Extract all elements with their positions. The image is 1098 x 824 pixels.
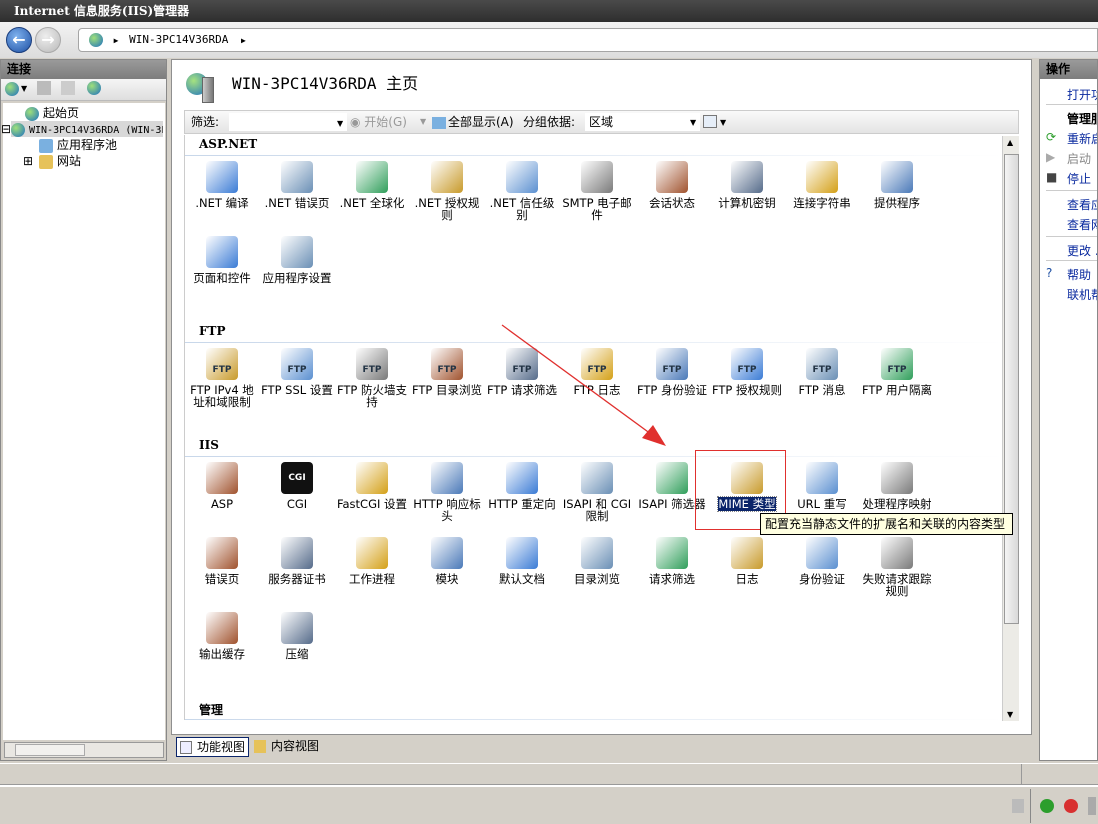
tooltip: 配置充当静态文件的扩展名和关联的内容类型 — [760, 513, 1013, 535]
annotation-arrow — [501, 324, 666, 446]
